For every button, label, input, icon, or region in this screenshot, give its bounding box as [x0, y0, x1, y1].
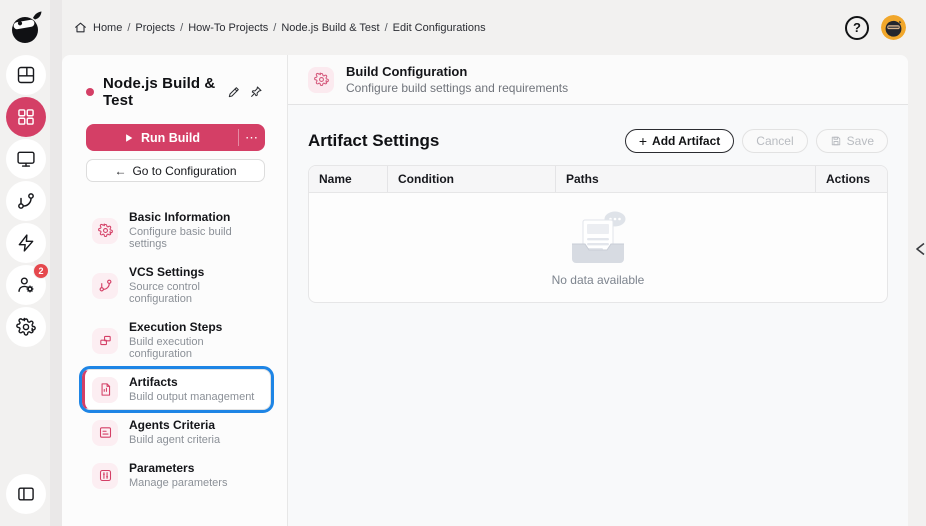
table-header-row: Name Condition Paths Actions — [309, 166, 887, 193]
nav-item-parameters[interactable]: Parameters Manage parameters — [82, 455, 271, 496]
breadcrumb-projects[interactable]: Projects — [135, 22, 175, 34]
breadcrumb-howto-projects[interactable]: How-To Projects — [188, 22, 268, 34]
nav-item-title: Parameters — [129, 462, 227, 475]
edit-pencil-icon[interactable] — [225, 83, 243, 101]
notification-badge: 2 — [33, 263, 49, 279]
panel-expand-chevron-icon[interactable] — [915, 241, 926, 256]
gear-icon — [92, 218, 118, 244]
nav-item-subtitle: Configure basic build settings — [129, 226, 262, 250]
nav-item-subtitle: Build agent criteria — [129, 434, 220, 446]
cancel-label: Cancel — [756, 134, 793, 148]
empty-inbox-illustration — [562, 208, 634, 266]
breadcrumb-separator: / — [127, 22, 130, 34]
nav-item-title: Basic Information — [129, 211, 262, 224]
plus-icon: + — [639, 134, 647, 148]
rail-settings-gear-icon[interactable] — [6, 307, 46, 347]
build-configuration-title: Node.js Build & Test — [103, 75, 221, 109]
user-avatar[interactable] — [881, 15, 906, 40]
home-icon — [74, 21, 87, 34]
rail-agents-monitor-icon[interactable] — [6, 139, 46, 179]
steps-icon — [92, 328, 118, 354]
run-build-label: Run Build — [141, 131, 200, 145]
nav-item-subtitle: Build output management — [129, 391, 254, 403]
breadcrumb-home[interactable]: Home — [93, 22, 122, 34]
content-shell: Node.js Build & Test Run Build ⋯ ← Go to… — [62, 55, 908, 526]
nav-item-vcs-settings[interactable]: VCS Settings Source control configuratio… — [82, 259, 271, 312]
breadcrumb-build-config[interactable]: Node.js Build & Test — [281, 22, 379, 34]
build-configuration-header: Build Configuration Configure build sett… — [288, 55, 908, 105]
nav-item-agents-criteria[interactable]: Agents Criteria Build agent criteria — [82, 412, 271, 453]
left-arrow-icon: ← — [114, 164, 126, 178]
cancel-button[interactable]: Cancel — [742, 129, 807, 153]
question-mark-icon: ? — [853, 21, 861, 34]
rail-vcs-branch-icon[interactable] — [6, 181, 46, 221]
artifact-file-icon — [92, 377, 118, 403]
go-to-configuration-button[interactable]: ← Go to Configuration — [86, 159, 265, 182]
run-build-button[interactable]: Run Build ⋯ — [86, 124, 265, 151]
nav-item-title: Agents Criteria — [129, 419, 220, 432]
nav-item-subtitle: Build execution configuration — [129, 336, 262, 360]
column-header-actions: Actions — [815, 166, 887, 192]
column-header-condition: Condition — [387, 166, 555, 192]
config-section-list: Basic Information Configure basic build … — [62, 204, 287, 498]
rail-users-icon[interactable]: 2 — [6, 265, 46, 305]
app-logo-ninja-icon[interactable] — [6, 8, 46, 48]
rail-dashboard-icon[interactable] — [6, 55, 46, 95]
rail-projects-icon[interactable] — [6, 97, 46, 137]
page-subtitle: Configure build settings and requirement… — [346, 81, 568, 95]
add-artifact-button[interactable]: + Add Artifact — [625, 129, 734, 153]
gear-icon — [308, 67, 334, 93]
configuration-sidebar: Node.js Build & Test Run Build ⋯ ← Go to… — [62, 55, 288, 526]
play-icon — [124, 133, 134, 143]
nav-item-title: Artifacts — [129, 376, 254, 389]
section-title-artifact-settings: Artifact Settings — [308, 131, 439, 151]
nav-item-execution-steps[interactable]: Execution Steps Build execution configur… — [82, 314, 271, 367]
build-status-dot — [86, 88, 94, 96]
add-artifact-label: Add Artifact — [652, 134, 720, 148]
nav-item-artifacts[interactable]: Artifacts Build output management — [82, 369, 271, 410]
agent-screen-icon — [92, 420, 118, 446]
artifacts-table: Name Condition Paths Actions — [308, 165, 888, 303]
go-to-configuration-label: Go to Configuration — [132, 164, 236, 178]
column-header-name: Name — [309, 166, 387, 192]
breadcrumb-separator: / — [273, 22, 276, 34]
nav-item-title: VCS Settings — [129, 266, 262, 279]
page-title: Build Configuration — [346, 64, 568, 79]
nav-item-subtitle: Manage parameters — [129, 477, 227, 489]
help-button[interactable]: ? — [845, 16, 869, 40]
rail-collapse-sidebar-icon[interactable] — [6, 474, 46, 514]
run-build-menu-ellipsis-icon[interactable]: ⋯ — [239, 124, 265, 151]
main-panel: Build Configuration Configure build sett… — [288, 55, 908, 526]
branch-icon — [92, 273, 118, 299]
nav-item-basic-information[interactable]: Basic Information Configure basic build … — [82, 204, 271, 257]
rail-queue-lightning-icon[interactable] — [6, 223, 46, 263]
save-label: Save — [847, 134, 874, 148]
topbar: Home / Projects / How-To Projects / Node… — [62, 0, 926, 55]
app-rail: 2 — [0, 0, 62, 526]
nav-item-title: Execution Steps — [129, 321, 262, 334]
breadcrumb-separator: / — [385, 22, 388, 34]
save-button[interactable]: Save — [816, 129, 888, 153]
breadcrumb: Home / Projects / How-To Projects / Node… — [74, 21, 486, 34]
empty-state-text: No data available — [552, 273, 645, 287]
breadcrumb-edit-configurations[interactable]: Edit Configurations — [393, 22, 486, 34]
save-floppy-icon — [830, 135, 842, 147]
breadcrumb-separator: / — [180, 22, 183, 34]
pin-icon[interactable] — [247, 83, 265, 101]
column-header-paths: Paths — [555, 166, 815, 192]
nav-item-subtitle: Source control configuration — [129, 281, 262, 305]
parameters-sliders-icon — [92, 463, 118, 489]
empty-state: No data available — [309, 193, 887, 302]
